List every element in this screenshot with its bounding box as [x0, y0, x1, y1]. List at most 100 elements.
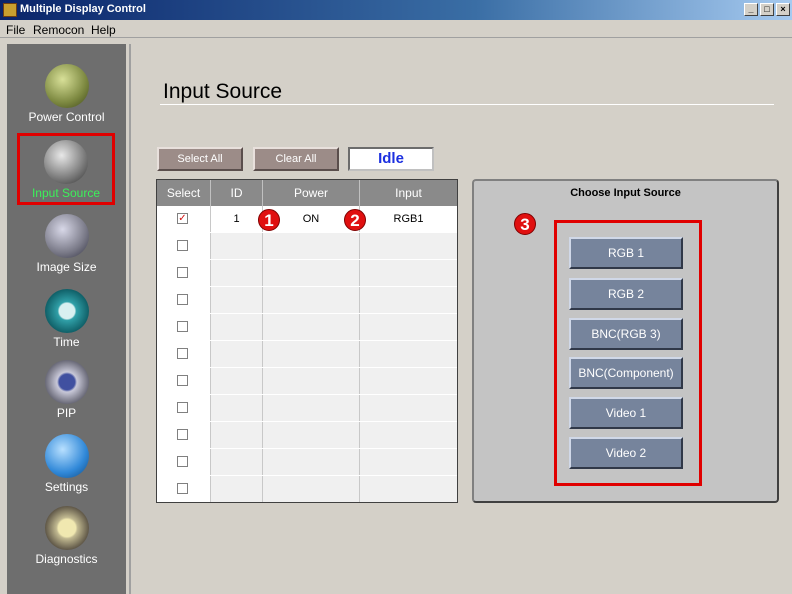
- clear-all-button[interactable]: Clear All: [253, 147, 339, 171]
- input-cell: [360, 233, 457, 259]
- select-cell: [157, 449, 211, 475]
- power-plug-icon: [44, 64, 89, 108]
- table-row[interactable]: ✓ 1 ON RGB1: [157, 206, 457, 232]
- sidebar-item-label: Input Source: [31, 186, 101, 200]
- table-row[interactable]: [157, 314, 457, 340]
- column-header-select[interactable]: Select: [157, 180, 211, 206]
- panel-title: Choose Input Source: [570, 187, 681, 199]
- power-cell: [263, 341, 360, 367]
- sidebar-item-label: PIP: [56, 406, 77, 420]
- app-icon: [3, 3, 17, 17]
- sidebar-item-label: Diagnostics: [35, 552, 98, 566]
- pip-screen-icon: [44, 360, 89, 404]
- id-cell: 1: [211, 206, 263, 232]
- power-cell: [263, 260, 360, 286]
- callout-marker-2: 2: [344, 209, 366, 231]
- row-select-checkbox[interactable]: [177, 267, 188, 278]
- callout-marker-1: 1: [258, 209, 280, 231]
- input-cell: [360, 368, 457, 394]
- source-button-rgb2[interactable]: RGB 2: [569, 278, 683, 310]
- id-cell: [211, 287, 263, 313]
- select-cell: [157, 395, 211, 421]
- sidebar-item-label: Settings: [44, 480, 89, 494]
- row-select-checkbox[interactable]: [177, 429, 188, 440]
- select-cell: [157, 368, 211, 394]
- row-select-checkbox[interactable]: ✓: [177, 213, 188, 224]
- checklist-icon: [44, 506, 89, 550]
- row-select-checkbox[interactable]: [177, 321, 188, 332]
- app-window: Multiple Display Control _ □ × File Remo…: [0, 0, 792, 594]
- input-cell: [360, 449, 457, 475]
- column-header-input[interactable]: Input: [360, 180, 457, 206]
- table-row[interactable]: [157, 395, 457, 421]
- source-button-video1[interactable]: Video 1: [569, 397, 683, 429]
- window-title: Multiple Display Control: [20, 3, 146, 15]
- input-cell: [360, 260, 457, 286]
- column-header-power[interactable]: Power: [263, 180, 360, 206]
- title-bar[interactable]: Multiple Display Control _ □ ×: [0, 0, 792, 20]
- row-select-checkbox[interactable]: [177, 294, 188, 305]
- select-cell: [157, 422, 211, 448]
- row-select-checkbox[interactable]: [177, 402, 188, 413]
- clock-icon: [44, 289, 89, 333]
- row-select-checkbox[interactable]: [177, 375, 188, 386]
- id-cell: [211, 233, 263, 259]
- select-cell: ✓: [157, 206, 211, 232]
- table-row[interactable]: [157, 449, 457, 475]
- input-cell: [360, 287, 457, 313]
- sidebar-item-pip[interactable]: PIP: [7, 360, 126, 420]
- sidebar-item-power-control[interactable]: Power Control: [7, 64, 126, 124]
- sidebar-item-label: Power Control: [28, 110, 105, 124]
- select-cell: [157, 476, 211, 502]
- table-row[interactable]: [157, 233, 457, 259]
- input-cell: [360, 395, 457, 421]
- table-row[interactable]: [157, 287, 457, 313]
- source-button-bnc-rgb3[interactable]: BNC(RGB 3): [569, 318, 683, 350]
- id-cell: [211, 260, 263, 286]
- input-cell: RGB1: [360, 206, 457, 232]
- row-select-checkbox[interactable]: [177, 348, 188, 359]
- id-cell: [211, 368, 263, 394]
- select-all-button[interactable]: Select All: [157, 147, 243, 171]
- menu-remocon[interactable]: Remocon: [33, 23, 84, 37]
- input-cell: [360, 476, 457, 502]
- cable-connector-icon: [44, 140, 88, 184]
- sidebar-item-time[interactable]: Time: [7, 289, 126, 349]
- power-cell: [263, 314, 360, 340]
- id-cell: [211, 341, 263, 367]
- sidebar-item-settings[interactable]: Settings: [7, 434, 126, 494]
- source-button-rgb1[interactable]: RGB 1: [569, 237, 683, 269]
- row-select-checkbox[interactable]: [177, 240, 188, 251]
- sidebar-item-image-size[interactable]: Image Size: [7, 214, 126, 274]
- page-title: Input Source: [163, 80, 283, 103]
- table-row[interactable]: [157, 341, 457, 367]
- row-select-checkbox[interactable]: [177, 456, 188, 467]
- close-button[interactable]: ×: [776, 3, 790, 16]
- table-row[interactable]: [157, 422, 457, 448]
- table-row[interactable]: [157, 368, 457, 394]
- sidebar-item-label: Image Size: [36, 260, 97, 274]
- menu-help[interactable]: Help: [91, 23, 116, 37]
- input-cell: [360, 314, 457, 340]
- sidebar-item-diagnostics[interactable]: Diagnostics: [7, 506, 126, 566]
- sidebar-item-label: Time: [53, 335, 80, 349]
- table-row[interactable]: [157, 476, 457, 502]
- power-cell: [263, 233, 360, 259]
- sidebar: Power Control Input Source Image Size Ti…: [7, 44, 126, 594]
- column-header-id[interactable]: ID: [211, 180, 263, 206]
- display-table: Select ID Power Input ✓ 1 ON RGB1: [156, 179, 458, 503]
- table-row[interactable]: [157, 260, 457, 286]
- source-button-bnc-component[interactable]: BNC(Component): [569, 357, 683, 389]
- id-cell: [211, 422, 263, 448]
- input-cell: [360, 341, 457, 367]
- row-select-checkbox[interactable]: [177, 483, 188, 494]
- source-button-video2[interactable]: Video 2: [569, 437, 683, 469]
- sidebar-divider: [129, 44, 131, 594]
- select-cell: [157, 287, 211, 313]
- source-buttons-frame: RGB 1 RGB 2 BNC(RGB 3) BNC(Component) Vi…: [554, 220, 702, 486]
- input-source-panel: Choose Input Source RGB 1 RGB 2 BNC(RGB …: [472, 179, 779, 503]
- minimize-button[interactable]: _: [744, 3, 758, 16]
- maximize-button[interactable]: □: [760, 3, 774, 16]
- sidebar-item-input-source[interactable]: Input Source: [17, 133, 115, 205]
- menu-file[interactable]: File: [6, 23, 25, 37]
